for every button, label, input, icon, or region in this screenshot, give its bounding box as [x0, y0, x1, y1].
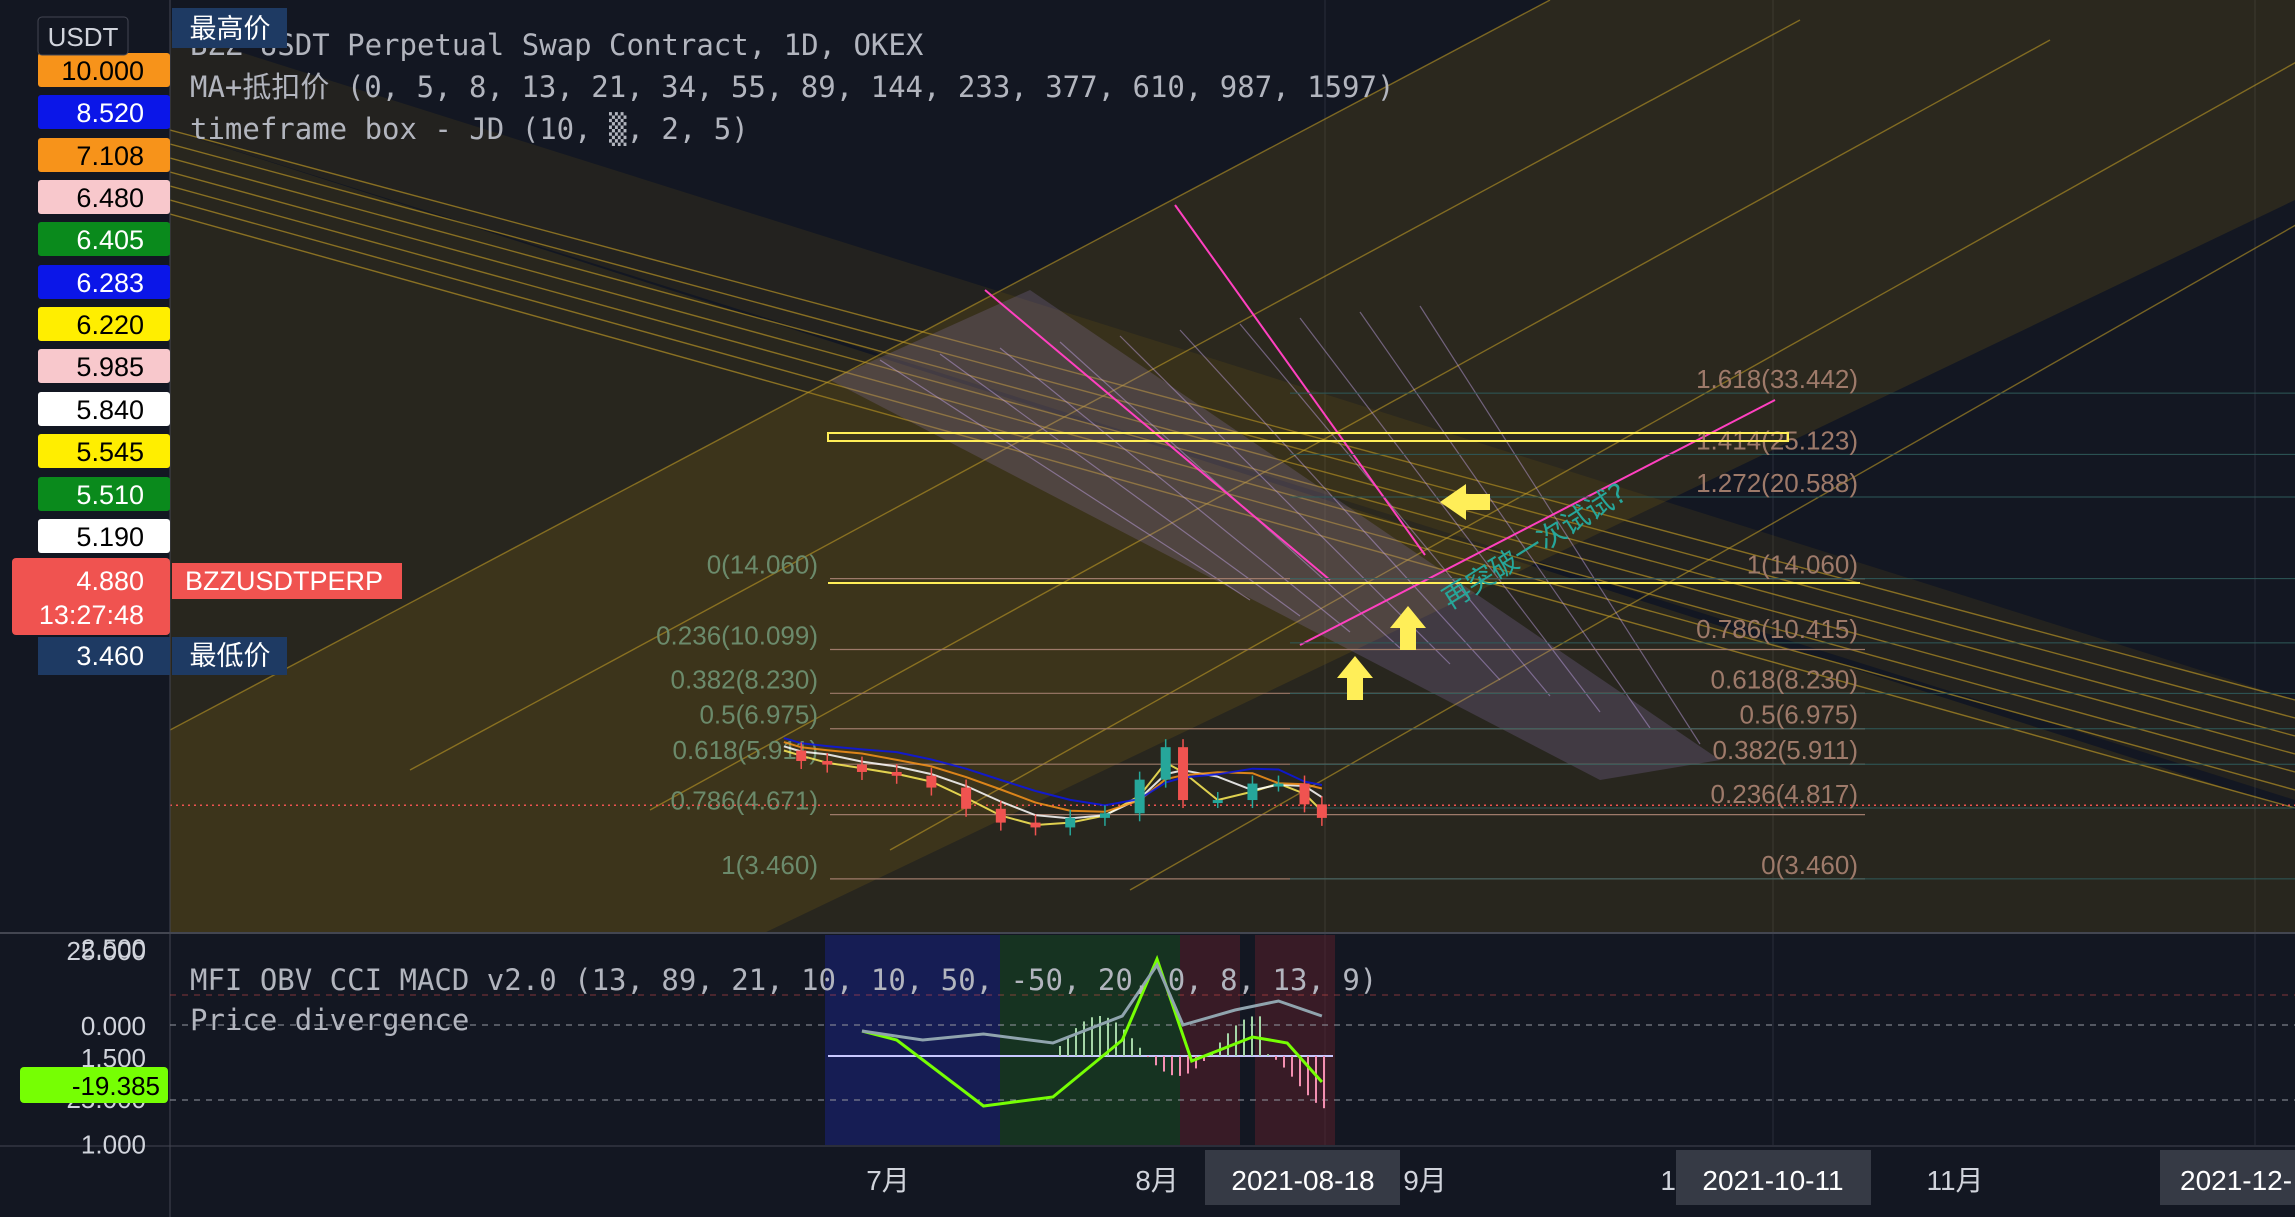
price-badge: 5.545 [76, 437, 144, 467]
oscillator-title: MFI OBV CCI MACD v2.0 (13, 89, 21, 10, 1… [190, 963, 1377, 997]
candle [1178, 747, 1189, 801]
legend-line-1: BZZ-USDT Perpetual Swap Contract, 1D, OK… [190, 28, 924, 62]
oscillator-axis[interactable]: 25.000 0.000 -25.000 -19.385 [20, 936, 168, 1114]
candle [995, 808, 1006, 823]
price-badge: 6.220 [76, 310, 144, 340]
candle [891, 771, 902, 776]
price-badge: 10.000 [61, 56, 144, 86]
candle [1273, 783, 1284, 787]
low-label: 最低价 [190, 641, 271, 672]
legend-line-3: timeframe box - JD (10, ▒, 2, 5) [190, 112, 749, 146]
candle [1299, 783, 1310, 805]
time-highlight-1: 2021-08-18 [1231, 1165, 1374, 1196]
candle [856, 764, 867, 772]
fib-right-label: 1.272(20.588) [1696, 468, 1858, 498]
candle [1247, 783, 1258, 801]
time-label-nov: 11月 [1926, 1165, 1983, 1196]
price-badge: 7.108 [76, 141, 144, 171]
time-highlight-2: 2021-10-11 [1702, 1165, 1843, 1196]
candle [822, 760, 833, 765]
price-badge: 5.190 [76, 522, 144, 552]
fib-right-label: 0(3.460) [1761, 850, 1858, 880]
candle [1316, 804, 1327, 818]
low-value: 3.460 [76, 641, 144, 671]
fib-left-label: 0.382(8.230) [671, 664, 818, 694]
price-badge: 6.480 [76, 183, 144, 213]
time-label-sep: 9月 [1403, 1165, 1447, 1196]
price-badge: 6.283 [76, 268, 144, 298]
symbol-label: BZZUSDTPERP [185, 566, 383, 596]
price-badge: 5.985 [76, 352, 144, 382]
candle [1099, 813, 1110, 818]
price-badge: 5.840 [76, 395, 144, 425]
osc-tick-25: 25.000 [66, 936, 146, 966]
legend-line-2: MA+抵扣价 (0, 5, 8, 13, 21, 34, 55, 89, 144… [190, 70, 1394, 104]
price-badge: 8.520 [76, 98, 144, 128]
chart-canvas[interactable]: 0(14.060) 0.236(10.099) 0.382(8.230) 0.5(6.… [0, 0, 2295, 1217]
unit-badge[interactable]: USDT [48, 22, 119, 52]
time-highlight-3: 2021-12- [2180, 1165, 2292, 1196]
candle [1160, 747, 1171, 780]
fib-left-label: 1.618(1.455) [671, 1035, 818, 1065]
candle [1134, 779, 1145, 814]
time-axis[interactable]: 7月 8月 9月 10月 11月 2021-08-18 2021-10-11 2… [866, 1150, 2295, 1205]
countdown: 13:27:48 [39, 600, 144, 630]
price-badge: 6.405 [76, 225, 144, 255]
candle [926, 775, 937, 788]
osc-value-badge: -19.385 [72, 1071, 160, 1101]
time-label-jul: 7月 [866, 1165, 910, 1196]
fib-right-label: 0.786(10.415) [1696, 614, 1858, 644]
fib-left-label: 0(14.060) [707, 550, 818, 580]
fib-right-label: 0.382(5.911) [1712, 735, 1858, 765]
candle [961, 787, 972, 809]
candle [1065, 817, 1076, 828]
osc-tick-0: 0.000 [81, 1011, 146, 1041]
fib-left-label: 1.272(2.363) [671, 932, 818, 962]
high-label: 最高价 [190, 14, 271, 45]
fib-left-label: 0.786(4.671) [671, 786, 818, 816]
fib-left-label: 0.236(10.099) [656, 620, 818, 650]
current-price: 4.880 [76, 566, 144, 596]
candle [796, 750, 807, 761]
fib-left-label: 1(3.460) [721, 850, 818, 880]
oscillator-subtitle: Price divergence [190, 1003, 469, 1037]
time-label-aug: 8月 [1135, 1165, 1179, 1196]
fib-right-label: 0.618(8.230) [1711, 664, 1858, 694]
price-tick: 1.000 [81, 1130, 146, 1160]
fib-right-label: 1.618(33.442) [1696, 364, 1858, 394]
candle [1212, 800, 1223, 804]
fib-right-label: 1(14.060) [1747, 550, 1858, 580]
candle [1030, 822, 1041, 828]
price-badge: 5.510 [76, 480, 144, 510]
fib-left-label: 0.5(6.975) [699, 700, 818, 730]
fib-right-label: 0.5(6.975) [1739, 700, 1858, 730]
